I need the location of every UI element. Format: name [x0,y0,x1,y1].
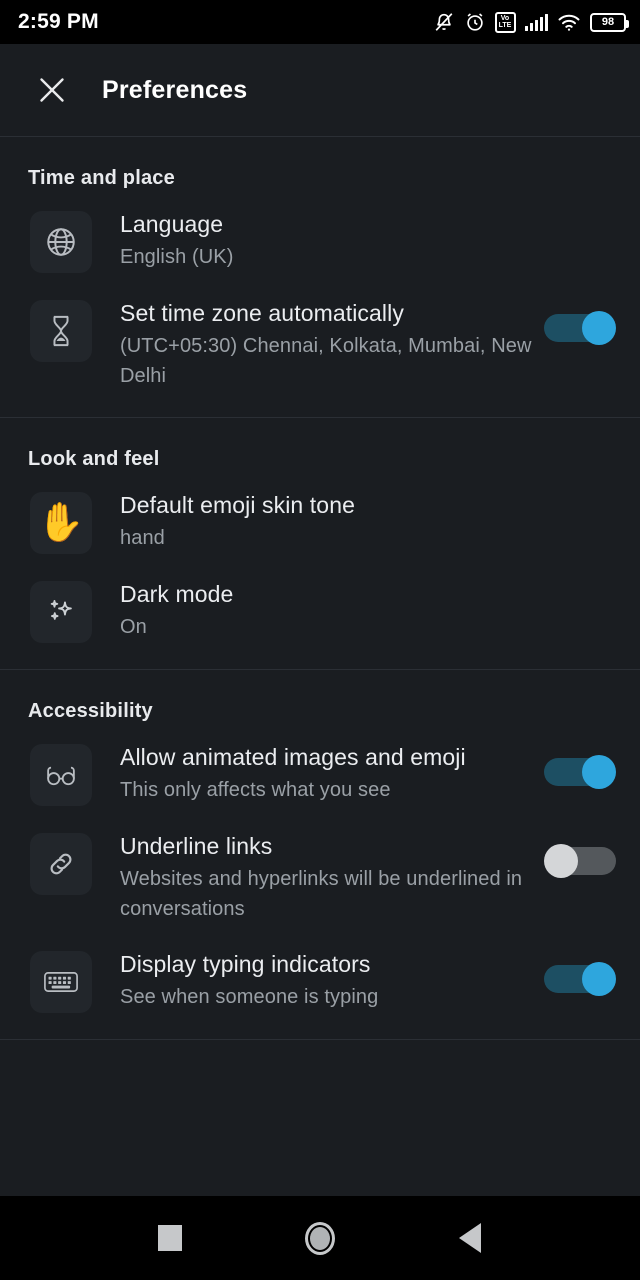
sparkles-icon [30,581,92,643]
row-text: Set time zone automatically (UTC+05:30) … [120,297,534,391]
status-bar-icons: Vo LTE 98 [433,11,629,33]
row-control [534,741,616,803]
row-text: Dark mode On [120,578,616,642]
signal-bars-icon [524,13,548,31]
close-button[interactable] [30,68,74,112]
row-text: Display typing indicators See when someo… [120,948,534,1012]
status-bar: 2:59 PM Vo LTE 98 [0,0,640,44]
row-set-time-zone-automatically[interactable]: Set time zone automatically (UTC+05:30) … [0,285,640,403]
row-subtitle: English (UK) [120,246,234,268]
row-subtitle: (UTC+05:30) Chennai, Kolkata, Mumbai, Ne… [120,335,532,387]
row-underline-links[interactable]: Underline links Websites and hyperlinks … [0,818,640,936]
toggle-thumb [544,844,578,878]
home-button[interactable] [245,1196,395,1280]
close-icon [40,78,64,102]
row-control [534,830,616,892]
raised-hand-glyph: ✋ [37,502,85,544]
volte-icon: Vo LTE [494,11,516,33]
row-title: Dark mode [120,581,234,607]
globe-icon [30,211,92,273]
row-language[interactable]: Language English (UK) [0,196,640,285]
section-header: Accessibility [28,700,153,722]
wifi-icon [557,12,581,32]
page-title: Preferences [102,75,248,104]
row-allow-animated-images-and-emoji[interactable]: Allow animated images and emoji This onl… [0,729,640,818]
link-icon [30,833,92,895]
row-text: Default emoji skin tone hand [120,489,616,553]
row-subtitle: Websites and hyperlinks will be underlin… [120,868,523,920]
row-text: Underline links Websites and hyperlinks … [120,830,534,924]
toggle-display-typing-indicators[interactable] [544,962,616,996]
keyboard-icon [30,951,92,1013]
status-bar-clock: 2:59 PM [18,10,99,33]
row-text: Allow animated images and emoji This onl… [120,741,534,805]
row-subtitle: On [120,616,147,638]
toggle-thumb [582,962,616,996]
section-look-and-feel: Look and feel ✋ Default emoji skin tone … [0,418,640,670]
phone-screen: 2:59 PM Vo LTE 98 Preferences Time and p… [0,0,640,1280]
row-title: Set time zone automatically [120,300,404,326]
alarm-clock-icon [464,11,486,33]
section-header: Look and feel [28,448,160,470]
app-bar: Preferences [0,44,640,137]
toggle-allow-animated-images-and-emoji[interactable] [544,755,616,789]
toggle-set-time-zone-automatically[interactable] [544,311,616,345]
recents-button[interactable] [95,1196,245,1280]
recents-square-icon [158,1225,182,1251]
back-triangle-icon [459,1223,481,1253]
row-subtitle: See when someone is typing [120,986,379,1008]
row-subtitle: This only affects what you see [120,779,391,801]
hourglass-icon [30,300,92,362]
row-title: Underline links [120,833,273,859]
system-navigation-bar [0,1196,640,1280]
row-title: Display typing indicators [120,951,371,977]
toggle-thumb [582,755,616,789]
back-button[interactable] [395,1196,545,1280]
row-dark-mode[interactable]: Dark mode On [0,566,640,655]
row-title: Allow animated images and emoji [120,744,466,770]
row-control [534,948,616,1010]
battery-icon: 98 [590,12,629,32]
toggle-thumb [582,311,616,345]
section-accessibility: Accessibility Allow animated images and … [0,670,640,1040]
row-display-typing-indicators[interactable]: Display typing indicators See when someo… [0,936,640,1025]
row-default-emoji-skin-tone[interactable]: ✋ Default emoji skin tone hand [0,477,640,566]
preferences-list[interactable]: Time and place Language English (UK) Set… [0,137,640,1196]
row-title: Language [120,211,224,237]
row-control [534,297,616,359]
raised-hand-emoji: ✋ [30,492,92,554]
row-title: Default emoji skin tone [120,492,355,518]
section-header: Time and place [28,167,175,189]
row-subtitle: hand [120,527,165,549]
glasses-icon [30,744,92,806]
toggle-underline-links[interactable] [544,844,616,878]
section-time-and-place: Time and place Language English (UK) Set… [0,137,640,418]
battery-percent-label: 98 [601,16,615,28]
row-text: Language English (UK) [120,208,616,272]
home-circle-icon [305,1221,335,1255]
bell-mute-icon [433,11,455,33]
